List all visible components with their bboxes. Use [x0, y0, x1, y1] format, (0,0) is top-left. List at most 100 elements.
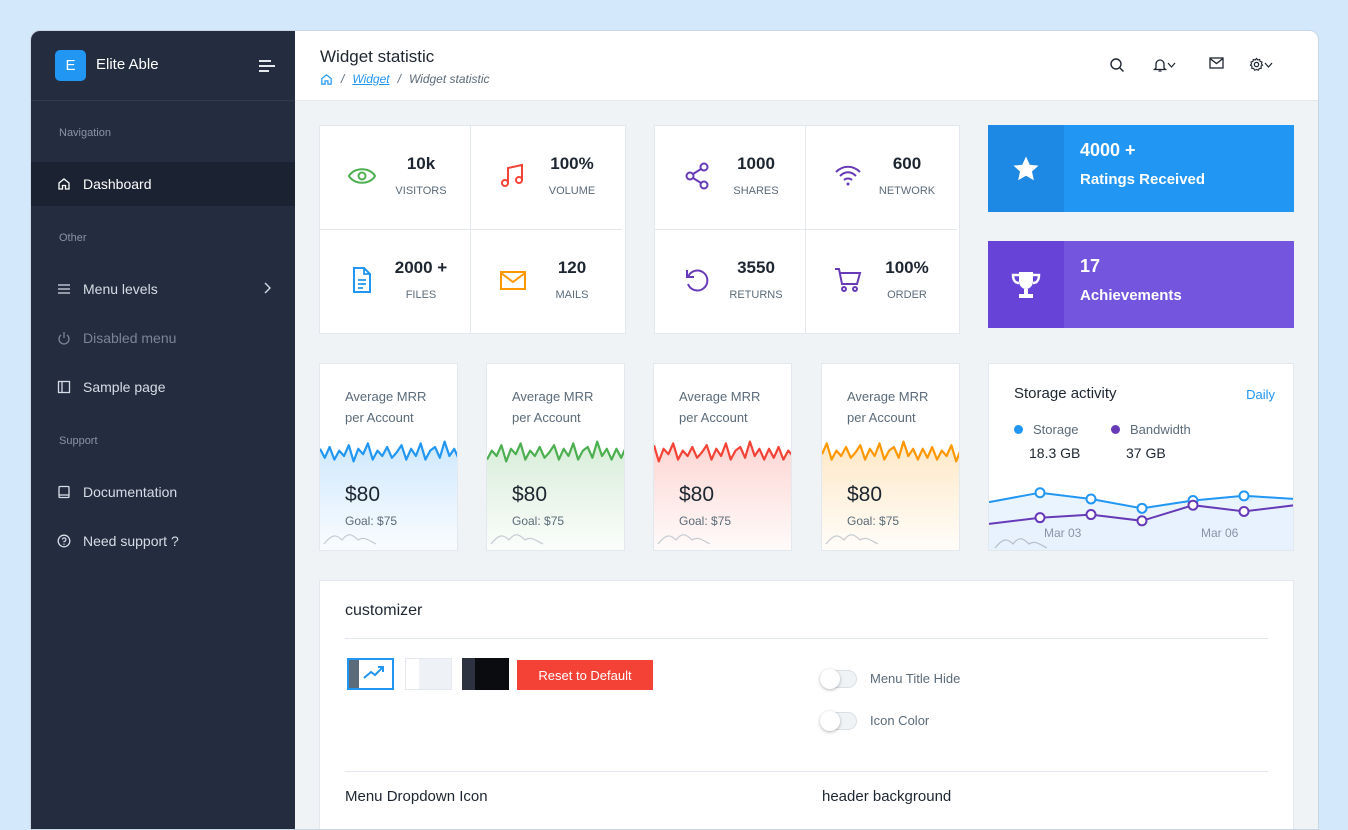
stat-order: 100% ORDER — [806, 230, 957, 334]
sidebar-item-sample-page[interactable]: Sample page — [31, 365, 295, 409]
data-point[interactable] — [1238, 505, 1250, 517]
stat-value: 10k — [406, 154, 436, 173]
trophy-icon-box — [988, 241, 1064, 328]
mail-icon — [500, 271, 526, 290]
legend-storage: Storage 18.3 GB — [1014, 422, 1080, 461]
menu-title-hide-toggle[interactable] — [820, 669, 857, 689]
bell-icon — [1153, 59, 1167, 72]
mrr-amount: $80 — [847, 483, 883, 506]
stat-label: NETWORK — [878, 185, 936, 197]
toggle-label: Icon Color — [870, 713, 930, 728]
toggle-knob — [820, 669, 840, 689]
data-point[interactable] — [1187, 499, 1199, 511]
mrr-title: Average MRR per Account — [512, 389, 594, 425]
divider — [345, 771, 1268, 772]
mrr-card: Average MRR per Account $80 Goal: $75 — [486, 363, 625, 551]
sidebar-item-label: Need support ? — [83, 533, 179, 549]
app-window: E Elite Able Navigation Dashboard Other … — [30, 30, 1319, 830]
mrr-sparkline — [320, 440, 457, 550]
breadcrumb-link-widget[interactable]: Widget — [352, 72, 389, 86]
reset-to-default-button[interactable]: Reset to Default — [517, 660, 653, 690]
cart-icon — [835, 268, 862, 292]
stat-visitors: 10k VISITORS — [320, 126, 471, 230]
theme-swatch-default[interactable] — [347, 658, 394, 690]
stat-value: 120 — [557, 258, 587, 277]
settings-button[interactable] — [1249, 57, 1273, 72]
file-icon — [353, 267, 371, 293]
card-value: 4000 + — [1080, 140, 1136, 160]
data-point[interactable] — [1136, 502, 1148, 514]
sparkline-area — [320, 441, 457, 550]
mrr-goal: Goal: $75 — [847, 514, 900, 528]
legend-name: Bandwidth — [1130, 422, 1191, 437]
period-value: Daily — [1246, 387, 1275, 402]
sidebar-item-label: Menu levels — [83, 281, 158, 297]
theme-swatch-light[interactable] — [405, 658, 452, 690]
data-point[interactable] — [1034, 512, 1046, 524]
period-dropdown[interactable]: Daily — [1246, 387, 1275, 502]
search-icon[interactable] — [1109, 57, 1125, 73]
mrr-title: Average MRR per Account — [679, 389, 761, 425]
mail-icon[interactable] — [1209, 57, 1224, 69]
notifications-button[interactable] — [1153, 57, 1176, 73]
sidebar-item-menu-levels[interactable]: Menu levels — [31, 267, 295, 311]
stat-value: 100% — [885, 258, 929, 277]
legend-bandwidth: Bandwidth 37 GB — [1111, 422, 1191, 461]
sidebar-item-documentation[interactable]: Documentation — [31, 470, 295, 514]
chevron-down-icon — [1167, 62, 1176, 68]
mrr-title: Average MRR per Account — [847, 389, 929, 425]
stat-returns: 3550 RETURNS — [655, 230, 806, 334]
card-label: Ratings Received — [1080, 171, 1206, 188]
stat-volume: 100% VOLUME — [471, 126, 622, 230]
sidebar-item-dashboard[interactable]: Dashboard — [31, 162, 295, 206]
stat-label: FILES — [405, 289, 437, 301]
nav-caption-navigation: Navigation — [59, 127, 111, 139]
sidebar-item-need-support[interactable]: Need support ? — [31, 519, 295, 563]
stat-grid-right: 1000 SHARES 600 NETWORK 3550 RETURNS 100… — [654, 125, 960, 334]
trophy-icon — [1011, 271, 1041, 298]
mrr-goal: Goal: $75 — [512, 514, 565, 528]
mrr-goal: Goal: $75 — [345, 514, 398, 528]
mrr-card: Average MRR per Account $80 Goal: $75 — [821, 363, 960, 551]
toggle-label: Menu Title Hide — [870, 671, 961, 686]
stat-mails: 120 MAILS — [471, 230, 622, 334]
icon-color-toggle[interactable] — [820, 711, 857, 731]
eye-icon — [347, 168, 377, 184]
data-point[interactable] — [1238, 490, 1250, 502]
breadcrumb-separator: / — [341, 72, 345, 86]
mrr-amount: $80 — [512, 483, 548, 506]
book-icon — [57, 485, 71, 499]
sidebar: E Elite Able Navigation Dashboard Other … — [31, 31, 295, 829]
stat-value: 600 — [892, 154, 922, 173]
data-point[interactable] — [1085, 493, 1097, 505]
music-icon — [501, 163, 523, 187]
stat-label: MAILS — [555, 289, 589, 301]
data-point[interactable] — [1136, 515, 1148, 527]
stat-value: 100% — [550, 154, 594, 173]
sidebar-layout-icon — [57, 380, 71, 394]
data-point[interactable] — [1034, 487, 1046, 499]
menu-icon — [57, 282, 71, 296]
star-icon-box — [988, 125, 1064, 212]
sidebar-item-label: Disabled menu — [83, 330, 177, 346]
theme-swatch-dark[interactable] — [462, 658, 509, 690]
wifi-icon — [835, 165, 861, 186]
mrr-amount: $80 — [679, 483, 715, 506]
top-header: Widget statistic / Widget / Widget stati… — [295, 31, 1318, 101]
home-icon[interactable] — [320, 73, 333, 86]
legend-value: 18.3 GB — [1029, 445, 1081, 461]
mrr-card: Average MRR per Account $80 Goal: $75 — [319, 363, 458, 551]
breadcrumb-current: Widget statistic — [408, 72, 490, 86]
sidebar-toggle-icon[interactable] — [258, 58, 276, 74]
breadcrumb-separator: / — [397, 72, 401, 86]
sidebar-item-disabled-menu: Disabled menu — [31, 316, 295, 360]
nav-caption-other: Other — [59, 232, 87, 244]
section-menu-dropdown-icon: Menu Dropdown Icon — [345, 788, 488, 805]
mrr-amount: $80 — [345, 483, 381, 506]
mrr-sparkline — [487, 440, 624, 550]
data-point[interactable] — [1085, 509, 1097, 521]
stat-value: 1000 — [737, 154, 775, 173]
stat-files: 2000 + FILES — [320, 230, 471, 334]
share-icon — [685, 162, 709, 190]
sparkline-area — [822, 441, 959, 550]
